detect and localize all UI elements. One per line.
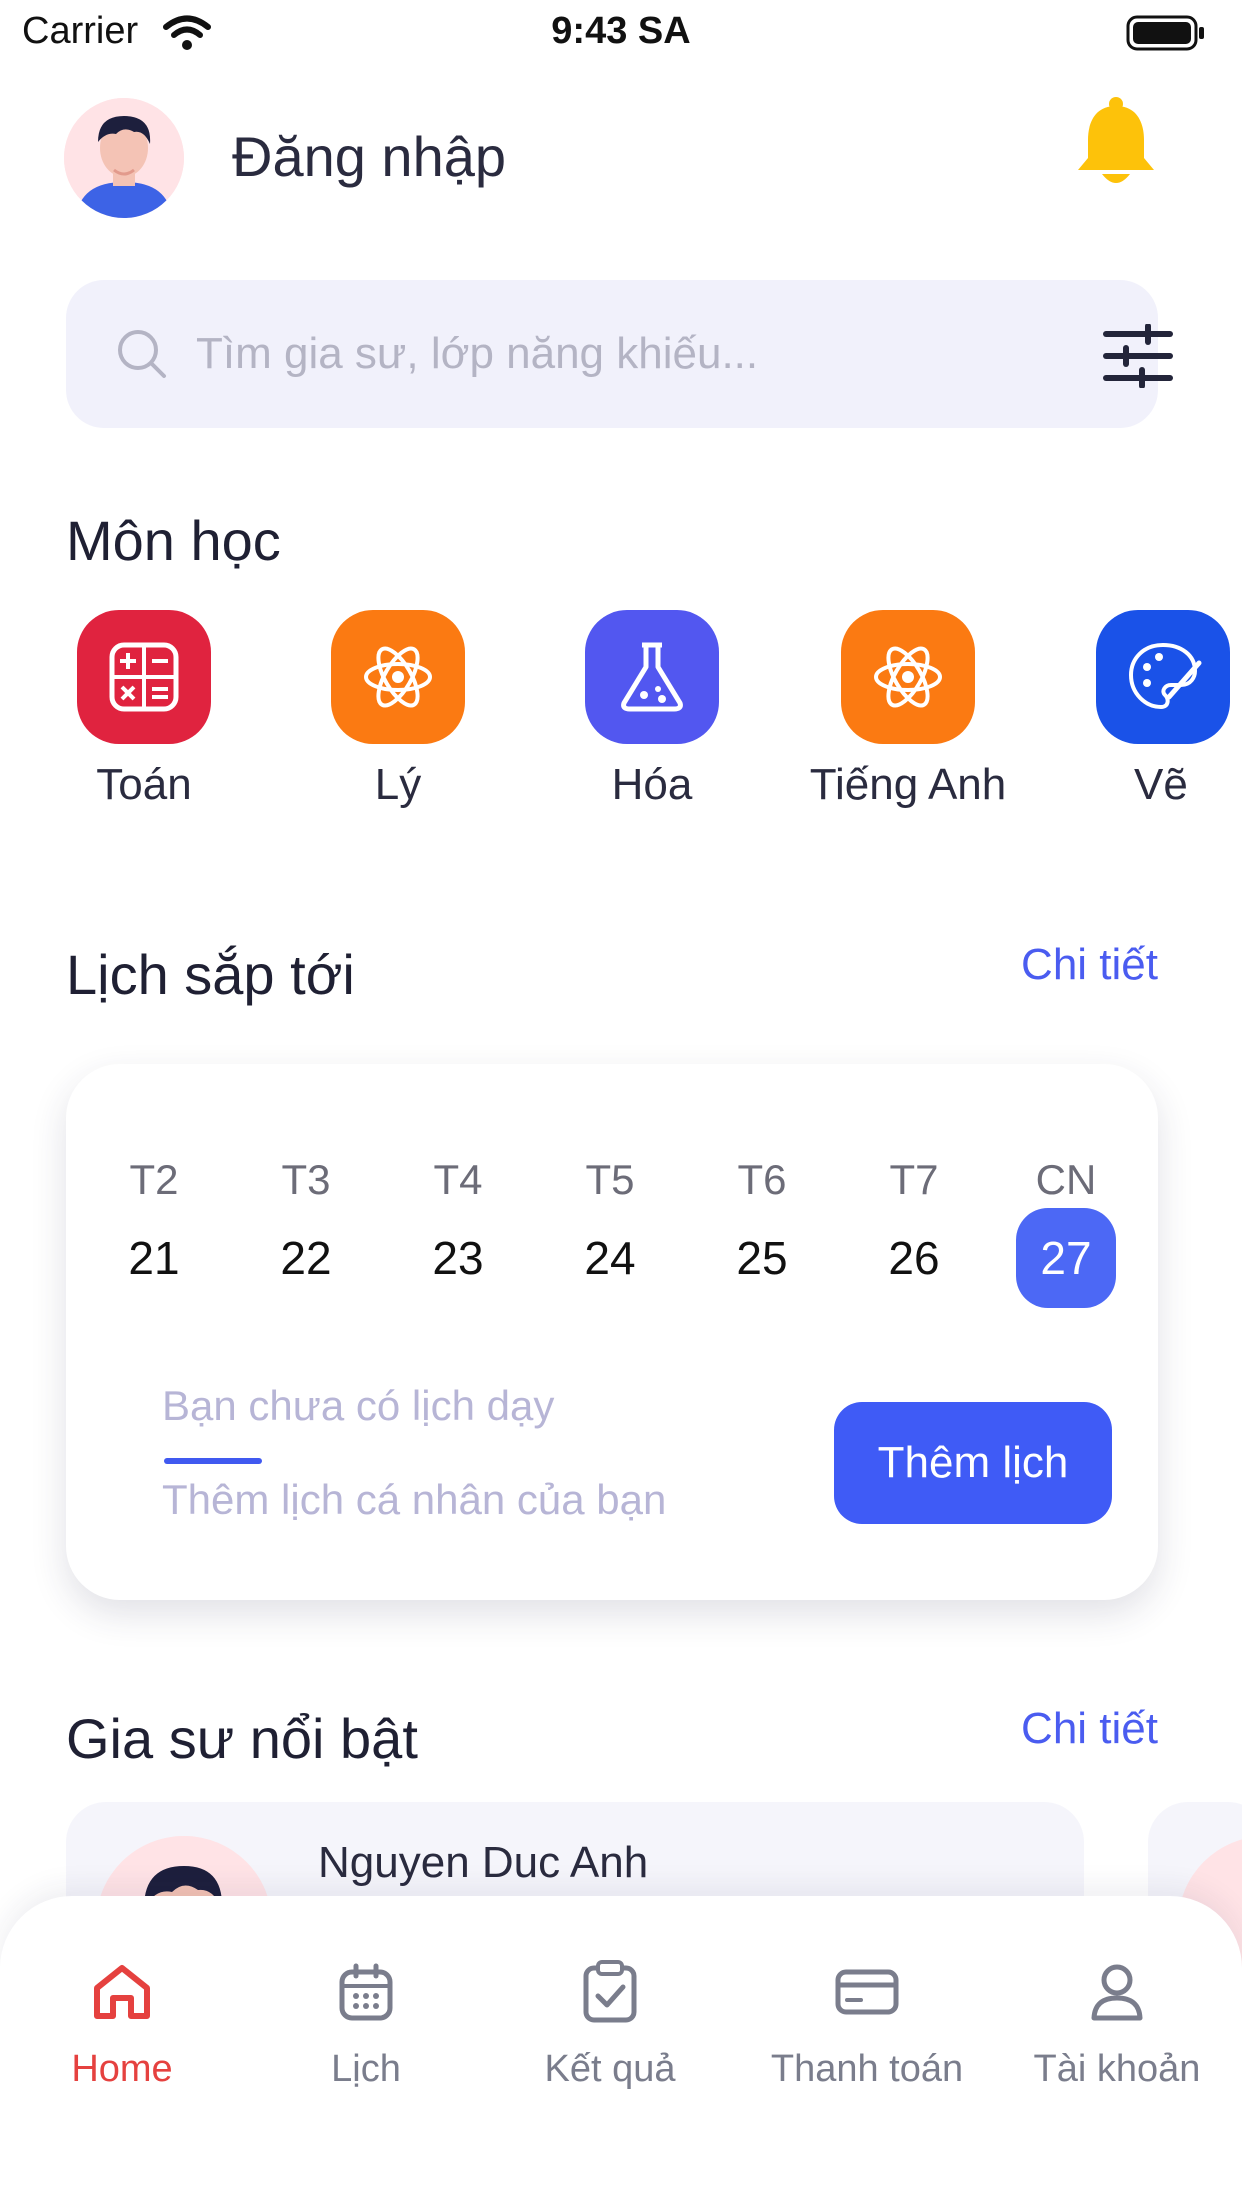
tab-tai-khoan[interactable]: Tài khoản	[992, 1956, 1242, 2091]
tab-thanh-toan[interactable]: Thanh toán	[732, 1956, 1002, 2091]
search-icon	[114, 326, 170, 387]
credit-card-icon	[732, 1956, 1002, 2028]
calendar-day[interactable]: 26	[864, 1208, 964, 1308]
subject-item-toan[interactable]: Toán	[24, 610, 264, 810]
subject-label: Vẽ	[1134, 760, 1188, 809]
tab-label: Thanh toán	[770, 2048, 964, 2090]
calendar-day[interactable]: 21	[104, 1208, 204, 1308]
subject-label: Tiếng Anh	[809, 760, 1007, 809]
schedule-title: Lịch sắp tới	[66, 943, 355, 1006]
atom-icon	[841, 610, 975, 744]
weekday-label: T6	[737, 1156, 787, 1203]
tab-label: Lịch	[331, 2048, 401, 2090]
tab-label: Kết quả	[544, 2048, 676, 2090]
subject-item-hoa[interactable]: Hóa	[532, 610, 772, 810]
subject-item-ly[interactable]: Lý	[278, 610, 518, 810]
login-link[interactable]: Đăng nhập	[232, 124, 506, 189]
subject-item-tieng-anh[interactable]: Tiếng Anh	[788, 610, 1028, 810]
calendar-card: T2 T3 T4 T5 T6 T7 CN 21 22 23 24 25 26 2…	[66, 1064, 1158, 1600]
calendar-day[interactable]: 23	[408, 1208, 508, 1308]
user-icon	[992, 1956, 1242, 2028]
subjects-title: Môn học	[66, 509, 281, 572]
avatar[interactable]	[64, 98, 184, 218]
tab-lich[interactable]: Lịch	[244, 1956, 488, 2091]
user-avatar-icon	[64, 98, 184, 218]
tab-ket-qua[interactable]: Kết quả	[488, 1956, 732, 2091]
filter-icon[interactable]	[1102, 323, 1174, 393]
atom-icon	[331, 610, 465, 744]
empty-schedule-subtitle: Thêm lịch cá nhân của bạn	[162, 1476, 667, 1523]
battery-icon	[1126, 14, 1206, 57]
home-icon	[0, 1956, 244, 2028]
tab-label: Home	[71, 2048, 173, 2090]
bell-icon[interactable]	[1074, 96, 1158, 193]
calendar-day[interactable]: 24	[560, 1208, 660, 1308]
add-schedule-button[interactable]: Thêm lịch	[834, 1402, 1112, 1524]
tutor-name: Nguyen Duc Anh	[318, 1838, 649, 1887]
calendar-day[interactable]: 25	[712, 1208, 812, 1308]
subject-label: Lý	[374, 760, 422, 809]
subject-label: Toán	[96, 760, 192, 809]
weekday-label: T7	[889, 1156, 939, 1203]
status-bar: Carrier 9:43 SA	[0, 0, 1242, 68]
tab-home[interactable]: Home	[0, 1956, 244, 2091]
palette-icon	[1096, 610, 1230, 744]
search-bar	[66, 280, 1173, 428]
weekday-label: CN	[1035, 1156, 1097, 1203]
subject-label: Hóa	[611, 760, 693, 809]
calendar-day-selected[interactable]: 27	[1016, 1208, 1116, 1308]
calendar-day[interactable]: 22	[256, 1208, 356, 1308]
calendar-icon	[244, 1956, 488, 2028]
status-time: 9:43 SA	[551, 10, 691, 52]
flask-icon	[585, 610, 719, 744]
weekday-label: T5	[585, 1156, 635, 1203]
tutors-detail-link[interactable]: Chi tiết	[900, 1704, 1158, 1754]
schedule-detail-link[interactable]: Chi tiết	[900, 940, 1158, 990]
bottom-tab-bar: Home Lịch Kết quả Thanh toán Tài khoản	[0, 1896, 1242, 2208]
empty-schedule-underline	[164, 1458, 262, 1464]
search-input[interactable]	[196, 316, 996, 392]
calculator-icon	[77, 610, 211, 744]
subject-item-ve[interactable]: Vẽ	[1042, 610, 1242, 810]
weekday-label: T2	[129, 1156, 179, 1203]
tab-label: Tài khoản	[1033, 2048, 1201, 2090]
weekday-label: T3	[281, 1156, 331, 1203]
weekday-label: T4	[433, 1156, 483, 1203]
empty-schedule-title: Bạn chưa có lịch dạy	[162, 1382, 555, 1429]
tutors-title: Gia sư nổi bật	[66, 1707, 418, 1770]
clipboard-check-icon	[488, 1956, 732, 2028]
